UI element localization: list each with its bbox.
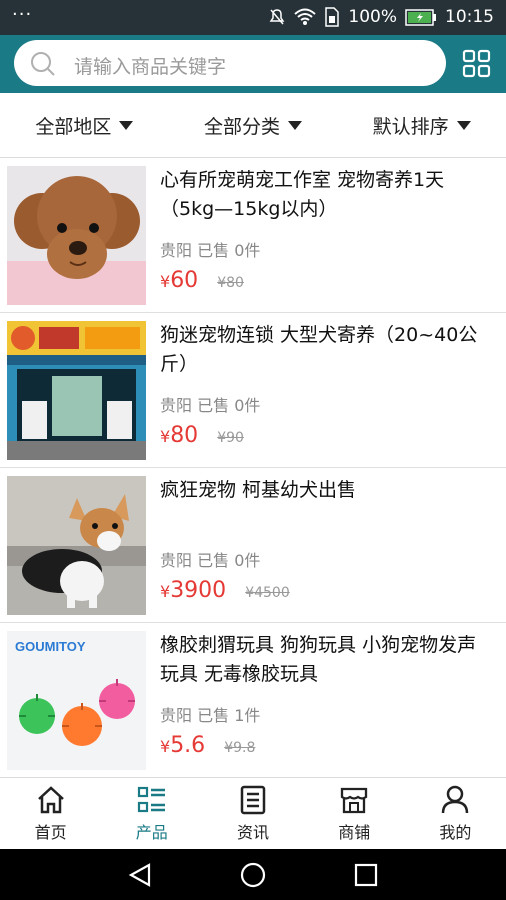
filter-label: 默认排序 bbox=[372, 115, 449, 138]
search-placeholder: 请输入商品关键字 bbox=[74, 56, 227, 78]
tab-label: 产品 bbox=[135, 823, 168, 842]
notification-dots-icon: ··· bbox=[12, 4, 33, 25]
clock: 10:15 bbox=[445, 7, 494, 27]
original-price: ¥80 bbox=[217, 275, 244, 291]
currency-symbol: ¥ bbox=[160, 582, 171, 601]
original-price: ¥90 bbox=[217, 430, 244, 446]
tab-products[interactable]: 产品 bbox=[101, 778, 202, 850]
toy-photo: GOUMITOY bbox=[7, 631, 146, 770]
corgi-photo bbox=[7, 476, 146, 615]
filter-label: 全部地区 bbox=[35, 115, 112, 138]
product-title: 橡胶刺猬玩具 狗狗玩具 小狗宠物发声玩具 无毒橡胶玩具 bbox=[160, 634, 477, 685]
product-price: ¥5.6 ¥9.8 bbox=[160, 733, 255, 758]
product-location: 贵阳 bbox=[160, 241, 193, 260]
recent-apps-icon[interactable] bbox=[353, 862, 379, 888]
product-location: 贵阳 bbox=[160, 551, 193, 570]
product-meta: 贵阳 已售 0件 bbox=[160, 237, 260, 261]
shop-icon bbox=[341, 787, 368, 814]
user-icon bbox=[442, 785, 469, 814]
original-price: ¥4500 bbox=[245, 585, 290, 601]
original-price: ¥9.8 bbox=[224, 740, 256, 756]
tab-shops[interactable]: 商铺 bbox=[304, 778, 405, 850]
tab-label: 商铺 bbox=[338, 823, 371, 842]
pet-store-photo bbox=[7, 321, 146, 460]
price-value: 60 bbox=[170, 268, 199, 293]
price-value: 3900 bbox=[170, 578, 227, 603]
caret-down-icon bbox=[119, 120, 134, 130]
currency-symbol: ¥ bbox=[160, 427, 171, 446]
product-title: 心有所宠萌宠工作室 宠物寄养1天（5kg—15kg以内） bbox=[160, 169, 445, 220]
currency-symbol: ¥ bbox=[160, 737, 171, 756]
search-input[interactable]: 请输入商品关键字 bbox=[14, 40, 446, 86]
battery-icon bbox=[405, 8, 436, 26]
product-item[interactable]: GOUMITOY 橡胶刺猬玩具 狗狗玩具 小狗宠物发声玩具 无毒橡胶玩具 贵阳 … bbox=[0, 623, 506, 778]
tab-home[interactable]: 首页 bbox=[0, 778, 101, 850]
tab-news[interactable]: 资讯 bbox=[202, 778, 303, 850]
product-list: 心有所宠萌宠工作室 宠物寄养1天（5kg—15kg以内） 贵阳 已售 0件 ¥6… bbox=[0, 158, 506, 778]
product-item[interactable]: 疯狂宠物 柯基幼犬出售 贵阳 已售 0件 ¥3900 ¥4500 bbox=[0, 468, 506, 623]
search-icon bbox=[31, 52, 55, 76]
product-sold: 已售 1件 bbox=[197, 706, 261, 725]
home-icon bbox=[37, 786, 64, 814]
product-price: ¥3900 ¥4500 bbox=[160, 578, 290, 603]
home-circle-icon[interactable] bbox=[240, 862, 266, 888]
system-nav-bar bbox=[0, 849, 506, 900]
grid-view-icon[interactable] bbox=[462, 49, 492, 79]
status-bar: ··· 100% 10:15 bbox=[0, 0, 506, 35]
tab-me[interactable]: 我的 bbox=[405, 778, 506, 850]
product-meta: 贵阳 已售 0件 bbox=[160, 547, 260, 571]
product-sold: 已售 0件 bbox=[197, 551, 261, 570]
price-value: 80 bbox=[170, 423, 199, 448]
product-price: ¥80 ¥90 bbox=[160, 423, 244, 448]
battery-percent: 100% bbox=[348, 7, 397, 27]
caret-down-icon bbox=[288, 120, 303, 130]
bottom-tab-bar: 首页 产品 资讯 商铺 我的 bbox=[0, 777, 506, 850]
caret-down-icon bbox=[456, 120, 471, 130]
product-location: 贵阳 bbox=[160, 396, 193, 415]
news-icon bbox=[240, 785, 266, 815]
product-title: 疯狂宠物 柯基幼犬出售 bbox=[160, 479, 357, 501]
brand-logo-text: GOUMITOY bbox=[15, 639, 86, 654]
currency-symbol: ¥ bbox=[160, 272, 171, 291]
tab-label: 首页 bbox=[34, 823, 67, 842]
product-sold: 已售 0件 bbox=[197, 241, 261, 260]
mute-icon bbox=[269, 9, 285, 25]
product-title: 狗迷宠物连锁 大型犬寄养（20~40公斤） bbox=[160, 324, 478, 375]
product-price: ¥60 ¥80 bbox=[160, 268, 244, 293]
tab-label: 我的 bbox=[439, 823, 472, 842]
product-meta: 贵阳 已售 1件 bbox=[160, 702, 260, 726]
product-sold: 已售 0件 bbox=[197, 396, 261, 415]
sim-icon bbox=[325, 7, 340, 27]
tab-label: 资讯 bbox=[237, 823, 270, 842]
product-meta: 贵阳 已售 0件 bbox=[160, 392, 260, 416]
filter-category[interactable]: 全部分类 bbox=[169, 93, 338, 157]
product-location: 贵阳 bbox=[160, 706, 193, 725]
header: 请输入商品关键字 bbox=[0, 35, 506, 93]
product-item[interactable]: 狗迷宠物连锁 大型犬寄养（20~40公斤） 贵阳 已售 0件 ¥80 ¥90 bbox=[0, 313, 506, 468]
list-icon bbox=[137, 786, 165, 813]
wifi-icon bbox=[294, 8, 317, 25]
filter-label: 全部分类 bbox=[204, 115, 281, 138]
poodle-photo bbox=[7, 166, 146, 305]
filter-sort[interactable]: 默认排序 bbox=[337, 93, 506, 157]
filter-region[interactable]: 全部地区 bbox=[0, 93, 169, 157]
back-icon[interactable] bbox=[127, 862, 153, 888]
product-item[interactable]: 心有所宠萌宠工作室 宠物寄养1天（5kg—15kg以内） 贵阳 已售 0件 ¥6… bbox=[0, 158, 506, 313]
price-value: 5.6 bbox=[170, 733, 206, 758]
filter-bar: 全部地区 全部分类 默认排序 bbox=[0, 93, 506, 158]
